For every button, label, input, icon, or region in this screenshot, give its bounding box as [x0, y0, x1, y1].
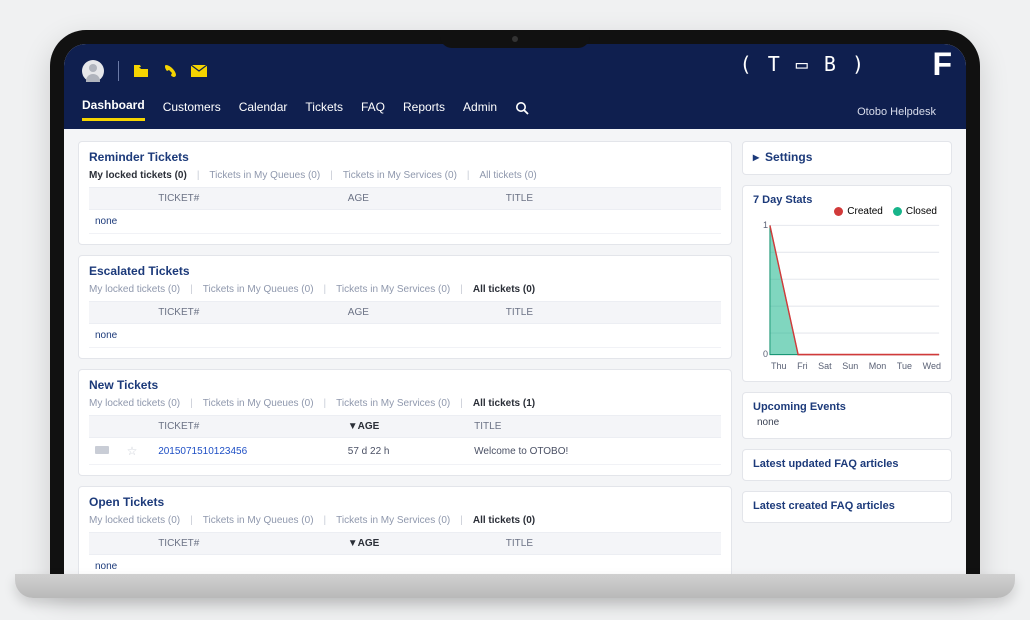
filter-all[interactable]: All tickets (0) [473, 515, 535, 526]
sidebar-7day-stats: 7 Day Stats Created Closed 1 0 [742, 185, 952, 382]
col-age[interactable]: AGE [342, 302, 500, 324]
ticket-title: Welcome to OTOBO! [468, 438, 721, 465]
col-ticket[interactable]: TICKET# [152, 533, 342, 555]
divider [118, 61, 119, 81]
faq-updated-title: Latest updated FAQ articles [753, 458, 941, 470]
legend-closed-dot [893, 207, 902, 216]
filter-my-services[interactable]: Tickets in My Services (0) [336, 398, 450, 409]
device-notch [440, 30, 590, 48]
filter-my-queues[interactable]: Tickets in My Queues (0) [203, 284, 314, 295]
filter-all[interactable]: All tickets (1) [473, 398, 535, 409]
empty-row: none [89, 210, 721, 234]
device-base [15, 574, 1015, 598]
ticket-age: 57 d 22 h [342, 438, 468, 465]
col-age[interactable]: ▼AGE [342, 533, 500, 555]
col-title[interactable]: TITLE [500, 302, 721, 324]
col-title[interactable]: TITLE [500, 533, 721, 555]
nav-reports[interactable]: Reports [403, 100, 445, 120]
sidebar-upcoming-events: Upcoming Events none [742, 392, 952, 439]
filter-my-services[interactable]: Tickets in My Services (0) [336, 284, 450, 295]
filter-my-locked[interactable]: My locked tickets (0) [89, 170, 187, 181]
folder-icon[interactable] [133, 64, 149, 78]
avatar[interactable] [82, 60, 104, 82]
brand-name: Otobo Helpdesk [857, 106, 936, 118]
table-row[interactable]: ☆ 2015071510123456 57 d 22 h Welcome to … [89, 438, 721, 465]
widget-new-tickets: New Tickets My locked tickets (0)| Ticke… [78, 369, 732, 476]
filter-my-locked[interactable]: My locked tickets (0) [89, 515, 180, 526]
legend-closed: Closed [906, 206, 937, 217]
settings-label: Settings [765, 150, 812, 164]
filter-my-queues[interactable]: Tickets in My Queues (0) [203, 398, 314, 409]
legend-created-dot [834, 207, 843, 216]
upcoming-none: none [753, 413, 941, 428]
filter-all[interactable]: All tickets (0) [480, 170, 537, 181]
upcoming-title: Upcoming Events [753, 401, 941, 413]
col-title[interactable]: TITLE [468, 416, 721, 438]
star-icon[interactable]: ☆ [127, 444, 138, 458]
app-header: ( T ▭ B ) F Otobo Helpdesk Dashboard Cus… [64, 44, 966, 129]
col-ticket[interactable]: TICKET# [152, 302, 342, 324]
legend-created: Created [847, 206, 883, 217]
empty-row: none [89, 324, 721, 348]
faq-created-title: Latest created FAQ articles [753, 500, 941, 512]
brand-letter: F [932, 46, 952, 83]
nav-tickets[interactable]: Tickets [305, 100, 343, 120]
col-age[interactable]: ▼AGE [342, 416, 468, 438]
nav-faq[interactable]: FAQ [361, 100, 385, 120]
widget-title: New Tickets [89, 378, 721, 392]
phone-icon[interactable] [163, 64, 177, 78]
x-axis-labels: ThuFriSatSunMonTueWed [771, 361, 941, 371]
tickets-table: TICKET# AGE TITLE none [89, 187, 721, 234]
nav-customers[interactable]: Customers [163, 100, 221, 120]
col-title[interactable]: TITLE [500, 188, 721, 210]
mail-icon[interactable] [191, 65, 207, 77]
filter-my-locked[interactable]: My locked tickets (0) [89, 398, 180, 409]
widget-title: Open Tickets [89, 495, 721, 509]
tickets-table: TICKET# AGE TITLE none [89, 301, 721, 348]
ticket-link[interactable]: 2015071510123456 [158, 446, 247, 457]
filter-my-locked[interactable]: My locked tickets (0) [89, 284, 180, 295]
nav-admin[interactable]: Admin [463, 100, 497, 120]
sidebar-settings[interactable]: ▸ Settings [742, 141, 952, 175]
nav-dashboard[interactable]: Dashboard [82, 98, 145, 121]
flag-icon[interactable] [95, 446, 109, 454]
filter-my-queues[interactable]: Tickets in My Queues (0) [203, 515, 314, 526]
search-icon[interactable] [515, 101, 529, 118]
col-age[interactable]: AGE [342, 188, 500, 210]
filter-my-services[interactable]: Tickets in My Services (0) [336, 515, 450, 526]
widget-title: Escalated Tickets [89, 264, 721, 278]
filter-my-services[interactable]: Tickets in My Services (0) [343, 170, 457, 181]
brand-logo: ( T ▭ B ) [740, 52, 866, 76]
nav-calendar[interactable]: Calendar [239, 100, 288, 120]
widget-escalated-tickets: Escalated Tickets My locked tickets (0)|… [78, 255, 732, 359]
stats-chart [753, 220, 941, 360]
widget-reminder-tickets: Reminder Tickets My locked tickets (0)| … [78, 141, 732, 245]
tickets-table: TICKET# ▼AGE TITLE none [89, 532, 721, 579]
col-ticket[interactable]: TICKET# [152, 416, 342, 438]
sidebar-faq-created[interactable]: Latest created FAQ articles [742, 491, 952, 523]
tickets-table: TICKET# ▼AGE TITLE ☆ 2015071510123456 57… [89, 415, 721, 465]
main-nav: Dashboard Customers Calendar Tickets FAQ… [82, 98, 948, 129]
filter-my-queues[interactable]: Tickets in My Queues (0) [209, 170, 320, 181]
stats-title: 7 Day Stats [753, 194, 941, 206]
col-ticket[interactable]: TICKET# [152, 188, 342, 210]
filter-all[interactable]: All tickets (0) [473, 284, 535, 295]
caret-right-icon: ▸ [753, 150, 759, 164]
widget-title: Reminder Tickets [89, 150, 721, 164]
sidebar-faq-updated[interactable]: Latest updated FAQ articles [742, 449, 952, 481]
